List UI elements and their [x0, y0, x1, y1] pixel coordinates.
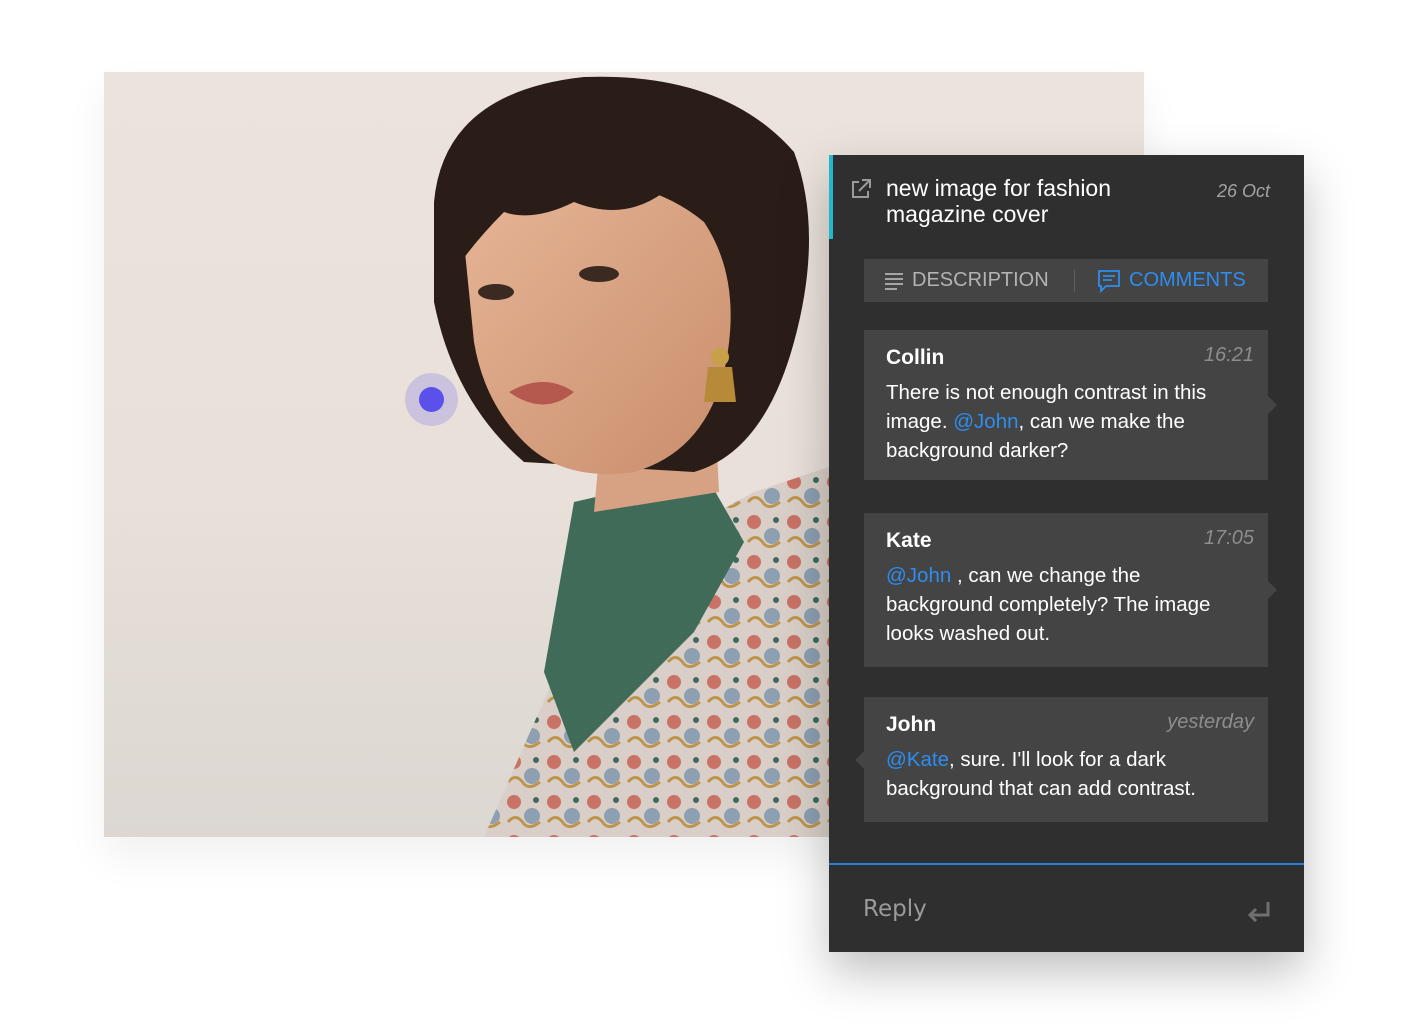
comment-text: There is not enough contrast in this ima… [886, 378, 1251, 465]
comment-card[interactable]: John yesterday @Kate, sure. I'll look fo… [855, 697, 1268, 822]
tab-description[interactable]: DESCRIPTION [884, 259, 1049, 302]
lines-icon [885, 272, 903, 290]
annotation-pin[interactable] [419, 387, 444, 412]
tab-comments-label: COMMENTS [1129, 269, 1246, 291]
mention-link[interactable]: @John [953, 410, 1018, 433]
panel-title: new image for fashion magazine cover [886, 175, 1112, 227]
comments-panel: new image for fashion magazine cover 26 … [829, 155, 1304, 952]
comment-time: 17:05 [1203, 527, 1254, 549]
comment-card[interactable]: Collin 16:21 There is not enough contras… [864, 330, 1277, 480]
reply-input[interactable] [829, 865, 1304, 952]
comment-pointer [1268, 396, 1277, 414]
external-link-icon[interactable] [849, 177, 873, 201]
tab-bar: DESCRIPTION COMMENTS [864, 259, 1268, 302]
tab-comments[interactable]: COMMENTS [1097, 259, 1246, 302]
panel-accent-bar [829, 155, 833, 239]
comment-text: @John , can we change the background com… [886, 561, 1251, 648]
comment-pointer [855, 751, 864, 769]
tab-description-label: DESCRIPTION [912, 269, 1049, 291]
tab-divider [1074, 270, 1075, 292]
enter-icon[interactable] [1246, 900, 1272, 922]
comment-author: Collin [886, 346, 945, 369]
comment-author: John [886, 713, 937, 736]
comment-time: 16:21 [1203, 344, 1254, 366]
comment-icon [1098, 269, 1120, 293]
mention-link[interactable]: @Kate [886, 748, 949, 771]
comment-card[interactable]: Kate 17:05 @John , can we change the bac… [864, 513, 1277, 667]
comment-text: @Kate, sure. I'll look for a dark backgr… [886, 745, 1251, 803]
comment-time: yesterday [1167, 711, 1254, 733]
panel-date: 26 Oct [1216, 181, 1270, 201]
mention-link[interactable]: @John [886, 564, 951, 587]
comment-author: Kate [886, 529, 932, 552]
comment-pointer [1268, 581, 1277, 599]
